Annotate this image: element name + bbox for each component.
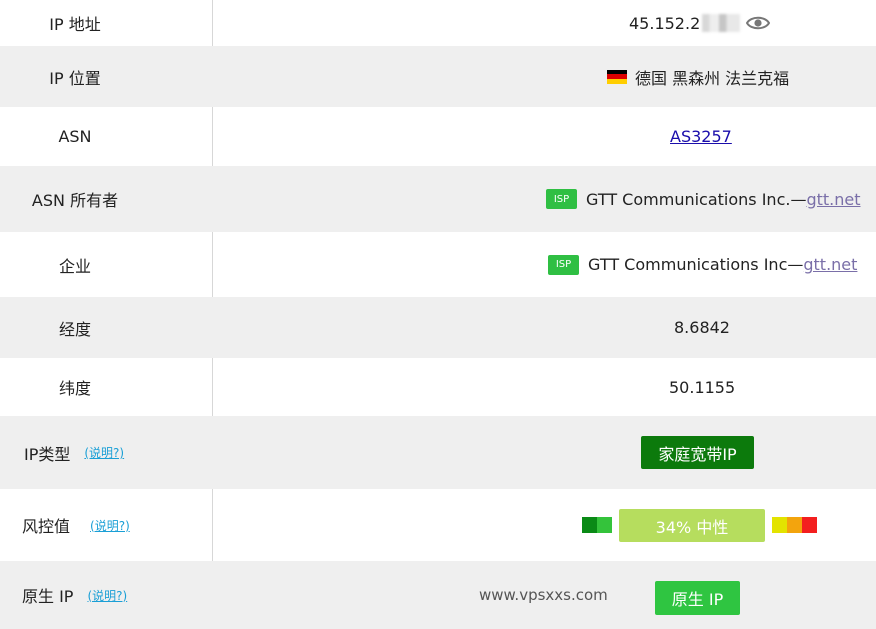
risk-scale-green-dark: [582, 517, 597, 533]
risk-scale-red: [802, 517, 817, 533]
longitude-value: 8.6842: [674, 318, 730, 337]
row-enterprise: 企业 ISP GTT Communications Inc— gtt.net: [0, 232, 876, 297]
row-ip-address: IP 地址 45.152.2: [0, 0, 876, 46]
risk-scale-green: [597, 517, 612, 533]
native-ip-label-group: 原生 IP (说明?): [0, 561, 127, 629]
asn-owner-domain-link[interactable]: gtt.net: [806, 190, 860, 209]
asn-owner-label: ASN 所有者: [31, 191, 119, 210]
native-ip-label: 原生 IP: [22, 587, 74, 606]
column-divider: [212, 489, 213, 561]
asn-owner-org: GTT Communications Inc.—: [586, 189, 807, 209]
latitude-value: 50.1155: [669, 377, 736, 397]
ip-type-explain-link[interactable]: (说明?): [84, 444, 124, 461]
ip-location-label: IP 位置: [49, 68, 101, 88]
risk-label-group: 风控值 (说明?): [0, 489, 130, 561]
enterprise-domain-link[interactable]: gtt.net: [803, 255, 857, 274]
ip-location-value: 德国 黑森州 法兰克福: [635, 68, 790, 88]
risk-score-indicator: 34% 中性: [619, 509, 765, 542]
asn-value-group: AS3257: [670, 107, 732, 166]
latitude-label: 纬度: [58, 379, 91, 398]
isp-badge: ISP: [546, 189, 577, 209]
eye-icon[interactable]: [746, 14, 771, 32]
asn-owner-value-group: ISP GTT Communications Inc.— gtt.net: [546, 166, 861, 232]
column-divider: [212, 232, 213, 297]
risk-scale-yellow: [772, 517, 787, 533]
redacted-ip-segment: [702, 14, 741, 32]
longitude-label: 经度: [58, 319, 91, 339]
native-ip-explain-link[interactable]: (说明?): [87, 587, 127, 604]
ip-type-label-group: IP类型 (说明?): [0, 416, 124, 489]
column-divider: [212, 358, 213, 416]
row-latitude: 纬度 50.1155: [0, 358, 876, 416]
ip-info-table: IP 地址 45.152.2 IP 位置 德国 黑森州 法兰克福 ASN AS3…: [0, 0, 876, 629]
row-native-ip: 原生 IP (说明?) www.vpsxxs.com 原生 IP: [0, 561, 876, 629]
ip-type-button[interactable]: 家庭宽带IP: [641, 436, 754, 469]
row-ip-location: IP 位置 德国 黑森州 法兰克福: [0, 46, 876, 107]
ip-address-value: 45.152.2: [629, 13, 701, 33]
row-asn-owner: ASN 所有者 ISP GTT Communications Inc.— gtt…: [0, 166, 876, 232]
asn-label: ASN: [58, 127, 92, 146]
column-divider: [212, 0, 213, 46]
native-ip-button[interactable]: 原生 IP: [655, 581, 740, 615]
row-asn: ASN AS3257: [0, 107, 876, 166]
column-divider: [212, 107, 213, 166]
ip-address-label: IP 地址: [49, 15, 101, 34]
row-longitude: 经度 8.6842: [0, 297, 876, 358]
risk-label: 风控值: [22, 517, 71, 536]
ip-type-label: IP类型: [24, 444, 71, 464]
ip-address-value-group: 45.152.2: [629, 0, 771, 46]
asn-link[interactable]: AS3257: [670, 127, 732, 146]
isp-badge: ISP: [548, 254, 579, 275]
watermark-text: www.vpsxxs.com: [479, 586, 608, 604]
ip-location-value-group: 德国 黑森州 法兰克福: [607, 46, 789, 107]
germany-flag-icon: [607, 69, 627, 84]
risk-scale-orange: [787, 517, 802, 533]
row-risk: 风控值 (说明?) 34% 中性: [0, 489, 876, 561]
enterprise-org: GTT Communications Inc—: [588, 255, 804, 274]
row-ip-type: IP类型 (说明?) 家庭宽带IP: [0, 416, 876, 489]
enterprise-label: 企业: [58, 256, 91, 276]
risk-explain-link[interactable]: (说明?): [90, 517, 130, 534]
enterprise-value-group: ISP GTT Communications Inc— gtt.net: [548, 232, 857, 297]
